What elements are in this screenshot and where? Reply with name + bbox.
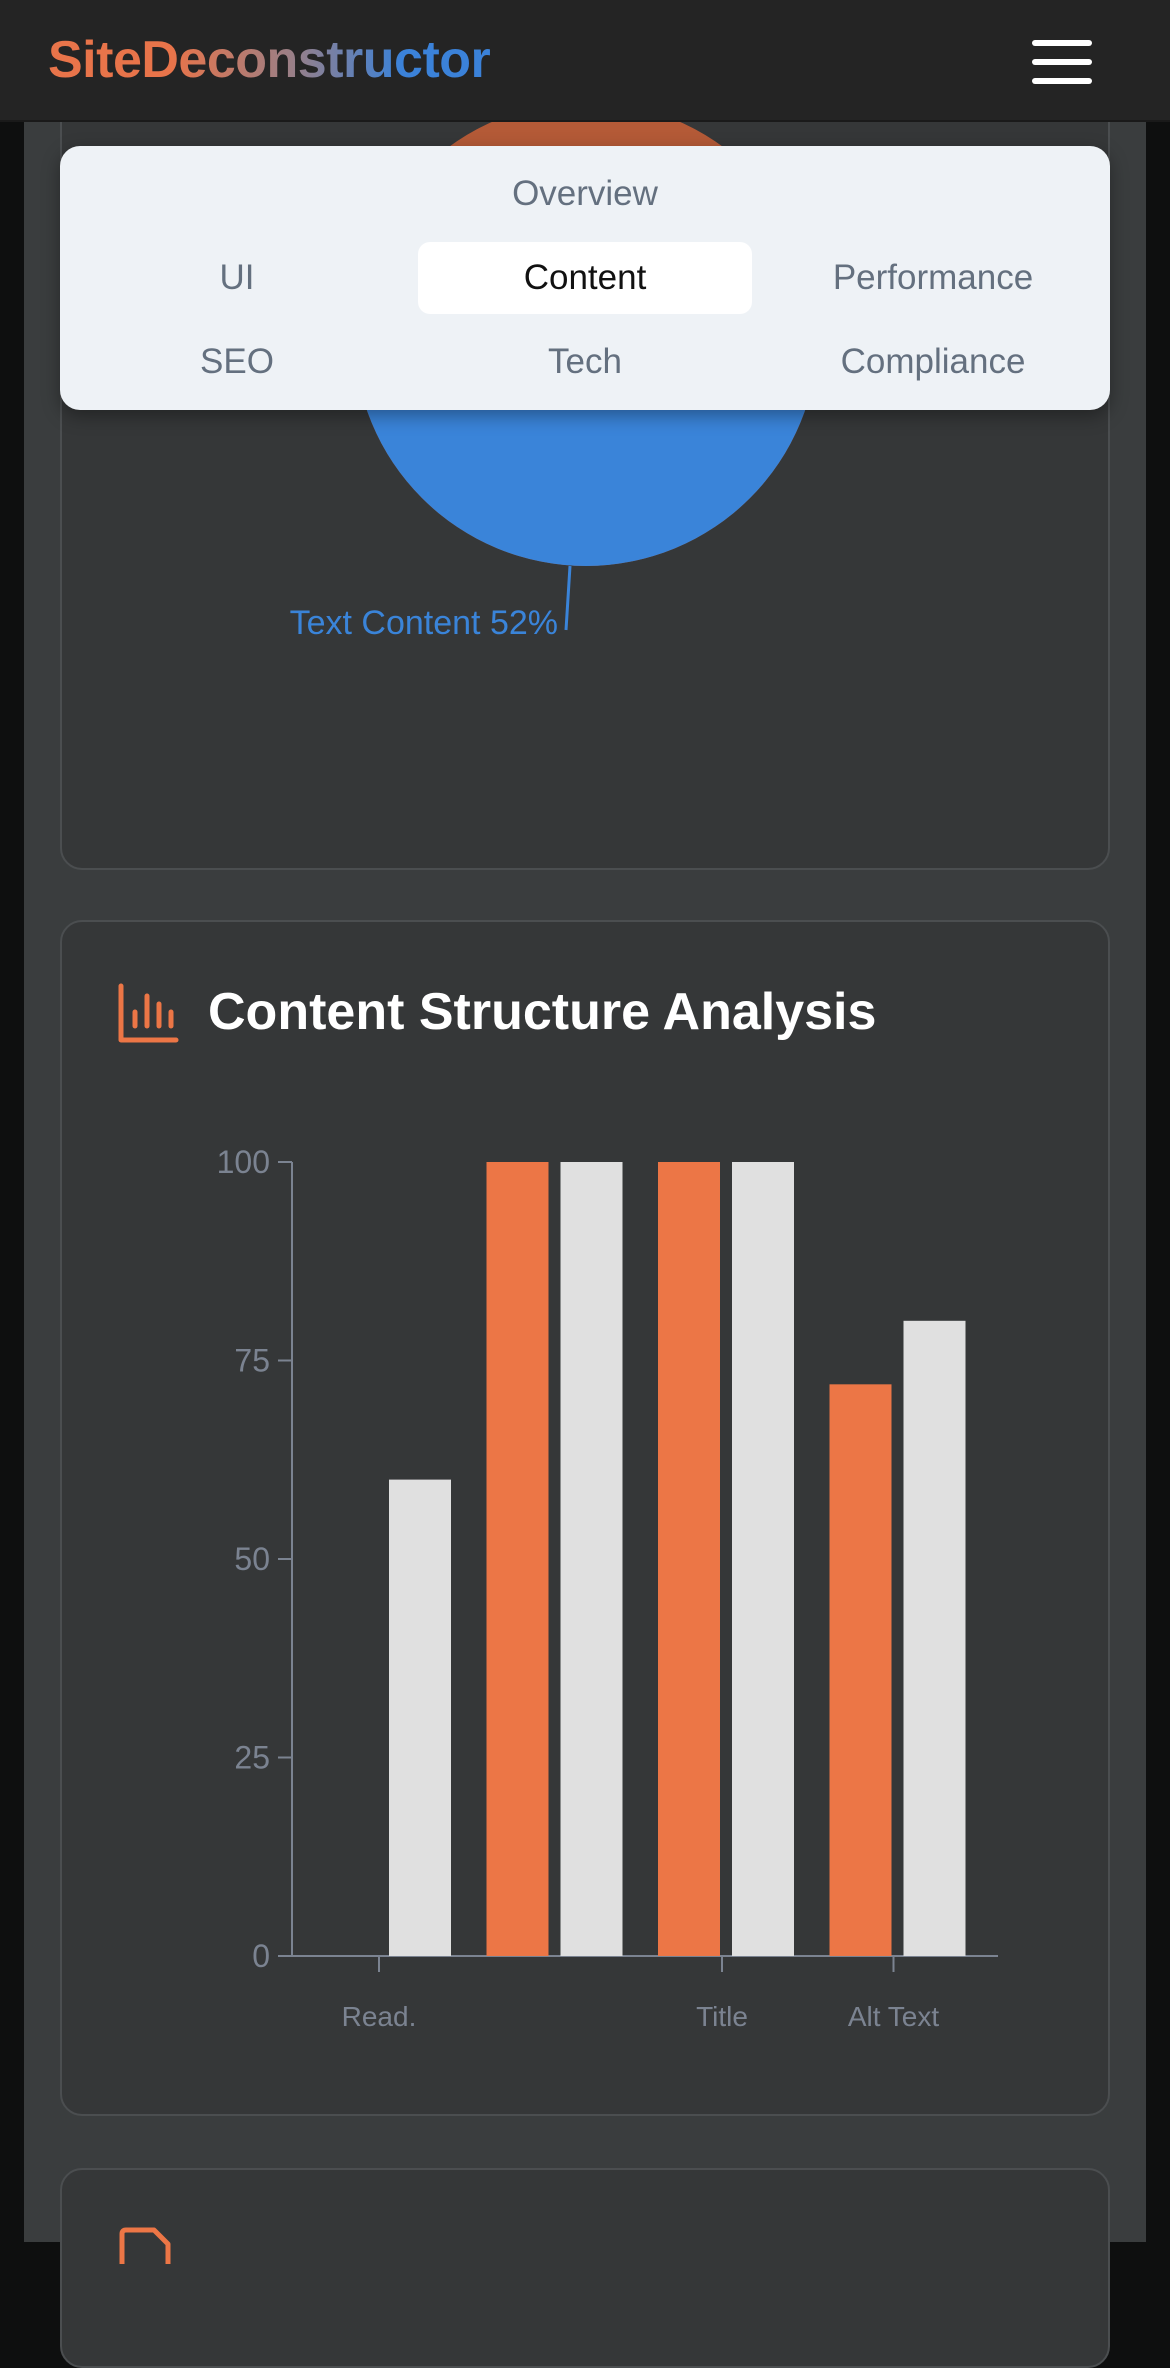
y-tick-label: 25: [234, 1740, 270, 1776]
nav-item-content[interactable]: Content: [418, 242, 752, 314]
logo[interactable]: SiteDeconstructor: [48, 30, 491, 90]
y-tick-label: 75: [234, 1343, 270, 1379]
bar: [732, 1162, 794, 1956]
bar: [903, 1320, 966, 1956]
section-nav-menu: Overview UI Content Performance SEO Tech…: [60, 146, 1110, 410]
bar: [486, 1162, 549, 1956]
bar: [658, 1162, 720, 1956]
x-tick-label: Read.: [342, 2001, 417, 2032]
y-tick-label: 100: [217, 1144, 270, 1180]
nav-item-ui[interactable]: UI: [72, 242, 402, 314]
bar: [829, 1384, 892, 1956]
document-icon: [119, 2227, 171, 2264]
nav-item-tech[interactable]: Tech: [420, 326, 750, 398]
content-structure-card: Content Structure Analysis 0 25 50 75 100 Rea…: [60, 920, 1110, 2116]
y-tick-label: 0: [252, 1938, 270, 1974]
nav-item-seo[interactable]: SEO: [72, 326, 402, 398]
nav-item-compliance[interactable]: Compliance: [768, 326, 1098, 398]
app-header: SiteDeconstructor: [0, 0, 1170, 122]
nav-item-overview[interactable]: Overview: [420, 158, 750, 230]
bar: [389, 1479, 451, 1956]
next-card: [60, 2168, 1110, 2368]
content-structure-bar-chart: 0 25 50 75 100 Read. Title Alt Text: [217, 1144, 998, 2032]
hamburger-menu-icon[interactable]: [1020, 34, 1104, 90]
pie-slice-label: Text Content 52%: [290, 604, 558, 642]
nav-item-performance[interactable]: Performance: [768, 242, 1098, 314]
x-tick-label: Title: [696, 2001, 748, 2032]
y-tick-label: 50: [234, 1541, 270, 1577]
bar: [560, 1162, 623, 1956]
x-tick-label: Alt Text: [848, 2001, 940, 2032]
pie-leader-line: [564, 565, 572, 631]
